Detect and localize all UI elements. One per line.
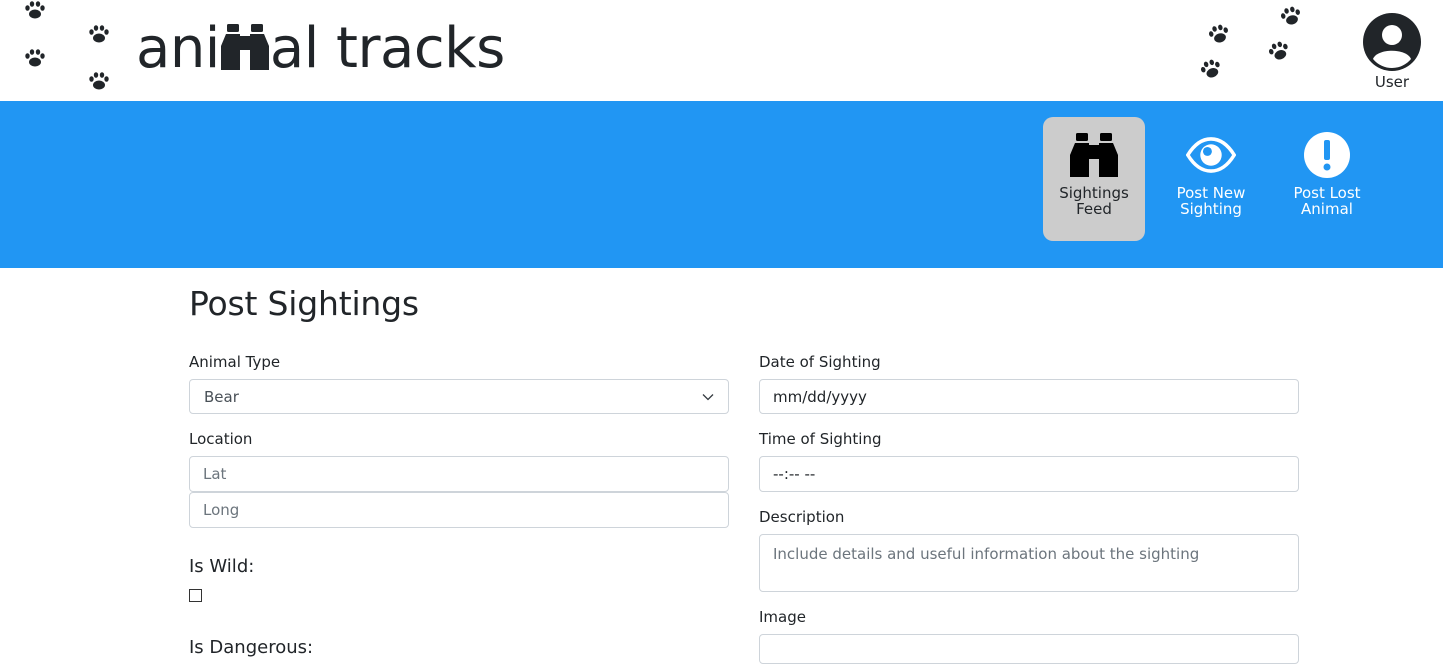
description-textarea[interactable]: Include details and useful information a…	[759, 534, 1299, 592]
form-left-column: Animal Type Bear Location Lat Long Is Wi…	[189, 354, 729, 658]
eye-icon	[1186, 137, 1236, 173]
location-label: Location	[189, 430, 253, 448]
description-label: Description	[759, 508, 845, 526]
lat-input[interactable]: Lat	[189, 456, 729, 492]
user-menu[interactable]: User	[1360, 12, 1424, 91]
app-logo[interactable]: ani al tracks	[136, 14, 505, 84]
time-input[interactable]: --:-- --	[759, 456, 1299, 492]
time-label: Time of Sighting	[759, 430, 882, 448]
date-input[interactable]: mm/dd/yyyy	[759, 379, 1299, 414]
is-wild-label: Is Wild:	[189, 556, 255, 577]
image-label: Image	[759, 608, 806, 626]
paw-print-icon	[25, 1, 45, 19]
user-label: User	[1374, 73, 1410, 91]
page-title: Post Sightings	[189, 284, 419, 323]
paw-print-icon	[1208, 24, 1228, 43]
post-sighting-form: Post Sightings Animal Type Bear Location…	[189, 268, 1299, 664]
animal-type-label: Animal Type	[189, 353, 281, 371]
long-input[interactable]: Long	[189, 492, 729, 528]
date-value: mm/dd/yyyy	[773, 387, 867, 406]
nav-label: Sightings Feed	[1059, 184, 1129, 218]
nav-label: Post New Sighting	[1176, 184, 1246, 218]
paw-print-icon	[1280, 6, 1300, 25]
binoculars-icon	[220, 24, 269, 70]
image-input[interactable]	[759, 634, 1299, 664]
nav-label: Post Lost Animal	[1293, 184, 1361, 218]
form-right-column: Date of Sighting mm/dd/yyyy Time of Sigh…	[759, 354, 1299, 664]
paw-print-icon	[89, 25, 109, 43]
description-placeholder: Include details and useful information a…	[773, 545, 1200, 563]
nav-post-new-sighting[interactable]: Post New Sighting	[1160, 117, 1262, 241]
animal-type-select[interactable]: Bear	[189, 379, 729, 414]
paw-print-icon	[1268, 41, 1288, 60]
user-circle-icon	[1363, 13, 1421, 71]
logo-text-end: al tracks	[269, 16, 505, 81]
is-wild-checkbox[interactable]	[189, 589, 202, 602]
lat-placeholder: Lat	[203, 465, 227, 483]
binoculars-icon	[1070, 133, 1118, 177]
exclamation-circle-icon	[1304, 132, 1350, 178]
paw-print-icon	[25, 49, 45, 67]
logo-text-start: ani	[136, 16, 220, 81]
paw-print-icon	[1200, 59, 1220, 78]
top-header: ani al tracks User	[0, 0, 1443, 101]
date-label: Date of Sighting	[759, 353, 881, 371]
long-placeholder: Long	[203, 501, 240, 519]
chevron-down-icon	[702, 393, 714, 400]
paw-print-icon	[89, 72, 109, 90]
is-dangerous-label: Is Dangerous:	[189, 637, 314, 658]
animal-type-value: Bear	[204, 387, 239, 406]
time-value: --:-- --	[773, 465, 816, 483]
nav-post-lost-animal[interactable]: Post Lost Animal	[1276, 117, 1378, 241]
nav-sightings-feed[interactable]: Sightings Feed	[1043, 117, 1145, 241]
main-navbar: Sightings Feed Post New Sighting Post Lo…	[0, 101, 1443, 268]
